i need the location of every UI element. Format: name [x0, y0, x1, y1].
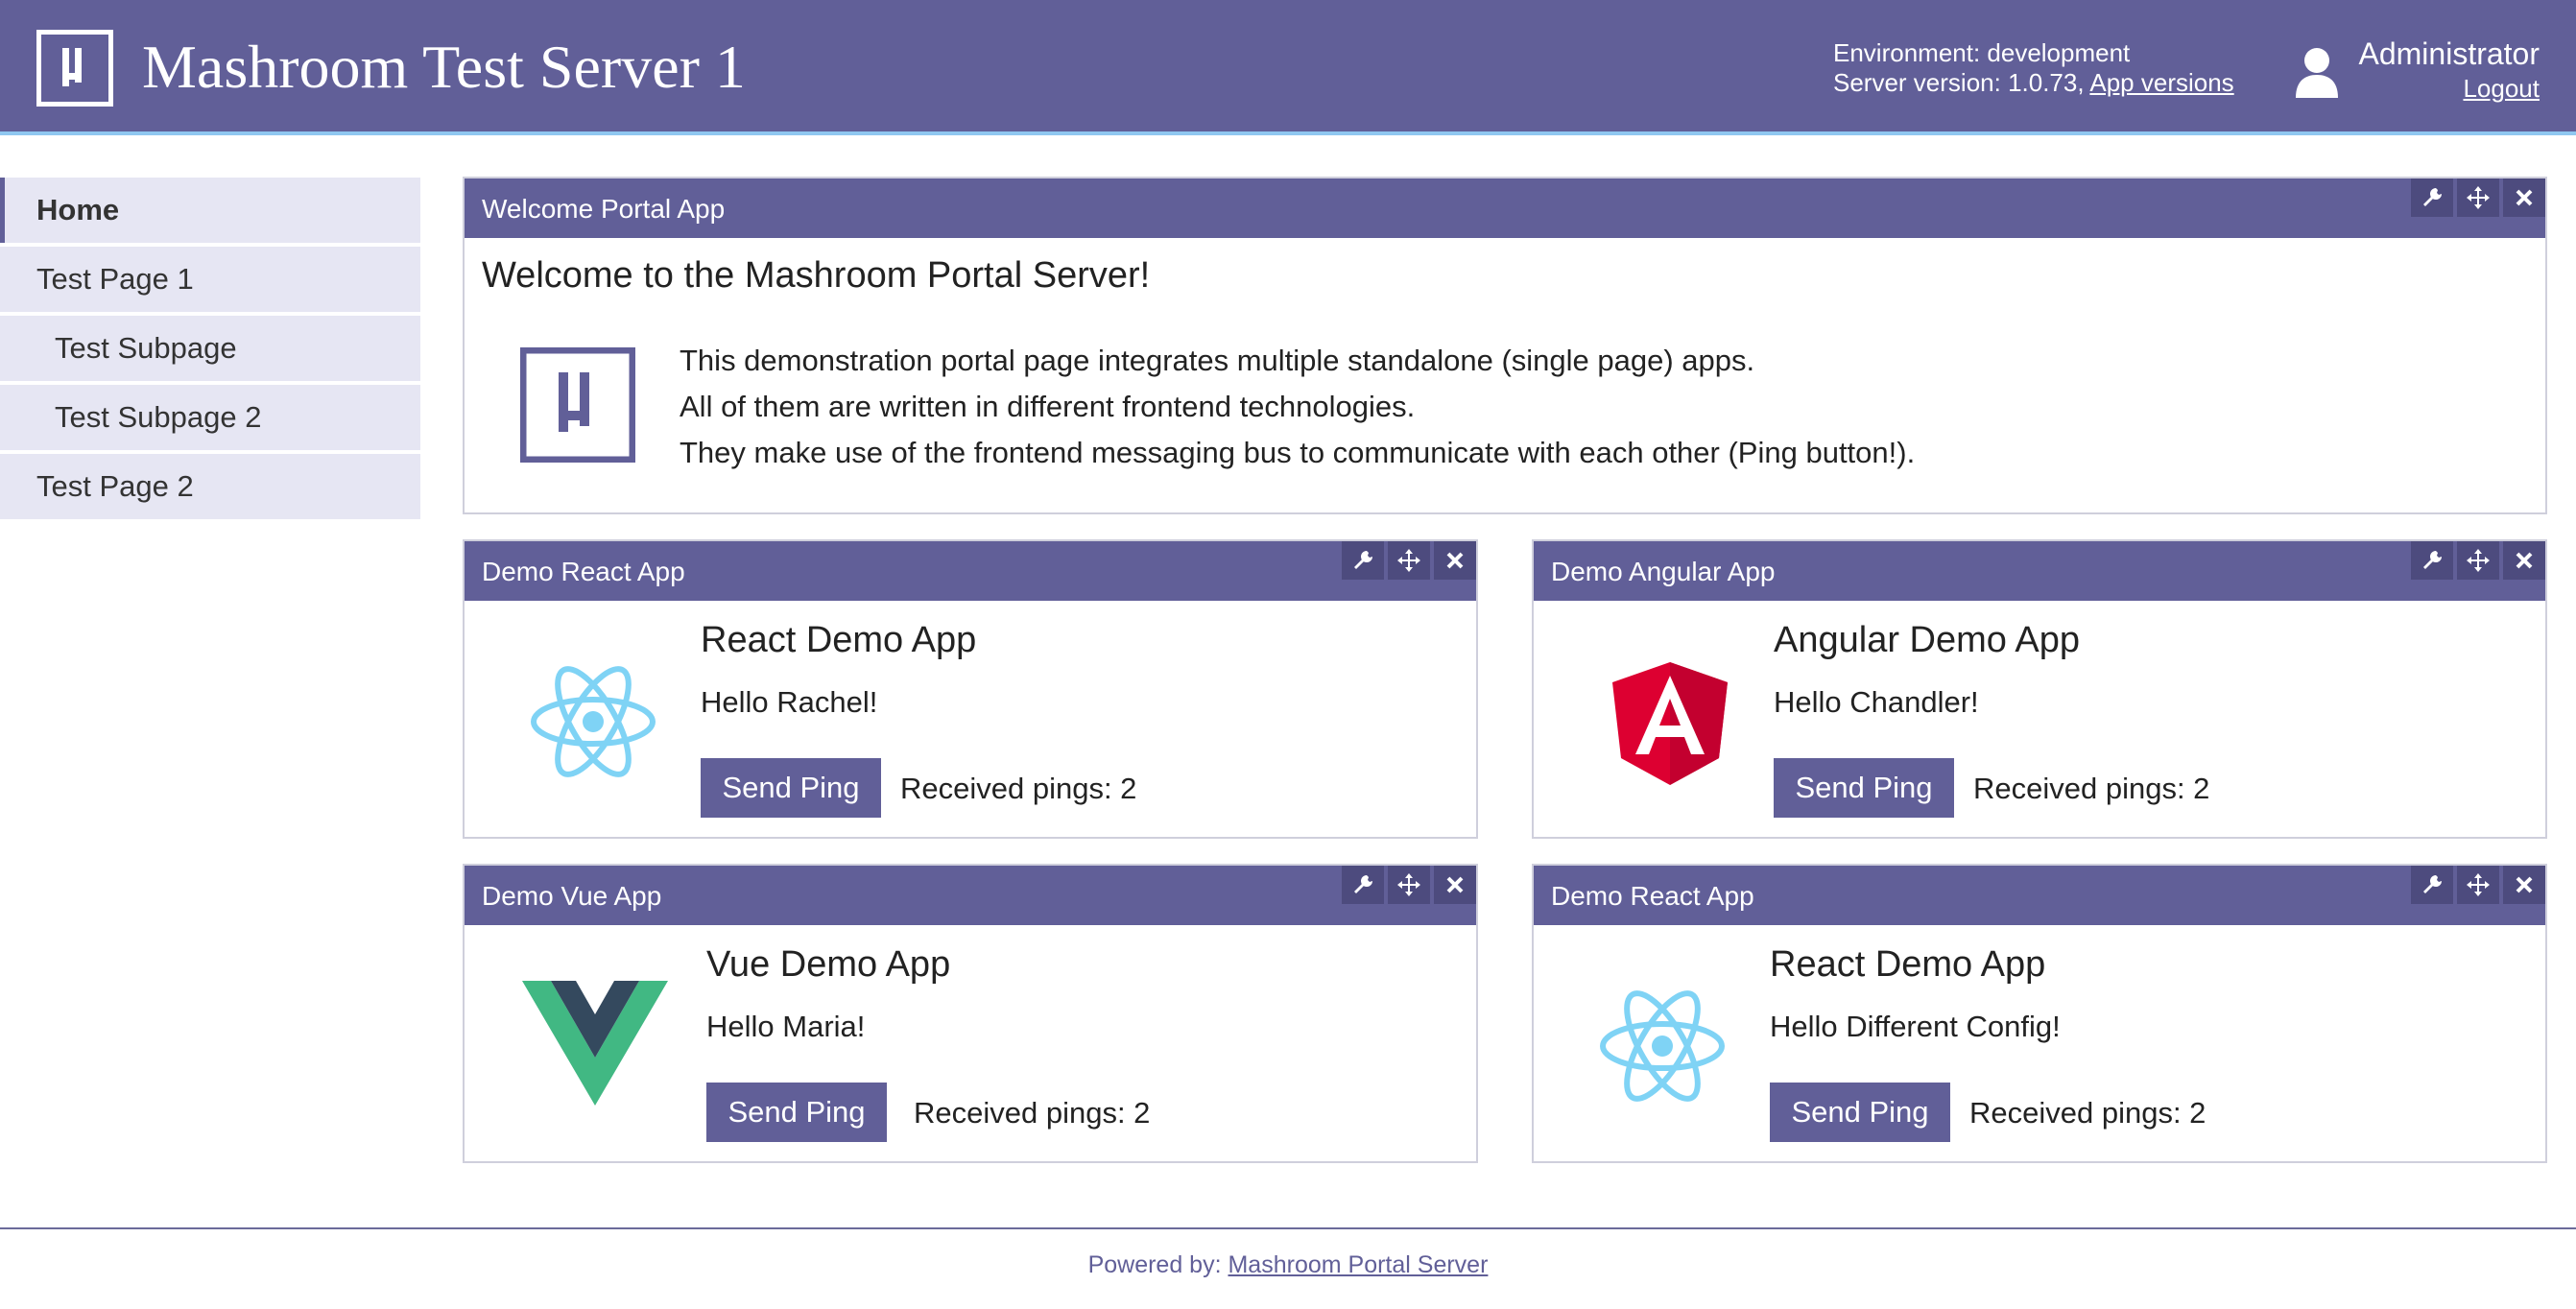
page-footer: Powered by: Mashroom Portal Server [0, 1251, 2576, 1279]
close-icon[interactable] [2503, 866, 2545, 904]
demo-react-app: Demo React App React Demo App Hello Rach… [463, 539, 1478, 839]
site-header: Mashroom Test Server 1 Environment: deve… [0, 0, 2576, 135]
app-title-bar: Welcome Portal App [465, 178, 2545, 238]
received-pings-count: Received pings: 2 [1969, 1096, 2206, 1130]
app-toolbar [1338, 541, 1476, 582]
greeting-text: Hello Rachel! [701, 685, 878, 719]
angular-logo-icon [1610, 660, 1729, 792]
mashroom-logo-icon [519, 346, 636, 467]
environment-label: Environment: development [1833, 38, 2131, 67]
send-ping-button[interactable]: Send Ping [1774, 758, 1954, 818]
app-versions-link[interactable]: App versions [2089, 68, 2233, 97]
logout-link[interactable]: Logout [2463, 74, 2540, 104]
demo-app-heading: Angular Demo App [1774, 620, 2080, 660]
received-pings-count: Received pings: 2 [914, 1096, 1151, 1130]
mashroom-portal-server-link[interactable]: Mashroom Portal Server [1228, 1251, 1488, 1278]
app-title: Demo React App [482, 557, 685, 586]
welcome-line: This demonstration portal page integrate… [680, 344, 1755, 377]
nav-item-home[interactable]: Home [0, 178, 420, 243]
move-icon[interactable] [1388, 541, 1430, 580]
close-icon[interactable] [2503, 178, 2545, 217]
footer-prefix: Powered by: [1087, 1251, 1222, 1278]
send-ping-button[interactable]: Send Ping [701, 758, 881, 818]
app-title: Welcome Portal App [482, 194, 726, 224]
wrench-icon[interactable] [2411, 866, 2453, 904]
move-icon[interactable] [1388, 866, 1430, 904]
demo-app-heading: React Demo App [701, 620, 977, 660]
react-logo-icon [1597, 987, 1728, 1110]
close-icon[interactable] [1434, 866, 1476, 904]
vue-logo-icon [522, 979, 668, 1110]
demo-vue-app: Demo Vue App Vue Demo App Hello Maria! S… [463, 864, 1478, 1163]
demo-angular-app: Demo Angular App Angular Demo App Hello … [1532, 539, 2547, 839]
nav-item-test-subpage[interactable]: Test Subpage [0, 316, 420, 381]
app-toolbar [2407, 178, 2545, 219]
footer-divider [0, 1227, 2576, 1229]
app-toolbar [2407, 866, 2545, 906]
app-title-bar: Demo Angular App [1534, 541, 2545, 601]
send-ping-button[interactable]: Send Ping [1770, 1083, 1950, 1142]
received-pings-count: Received pings: 2 [1973, 772, 2210, 805]
close-icon[interactable] [1434, 541, 1476, 580]
greeting-text: Hello Maria! [706, 1010, 866, 1043]
wrench-icon[interactable] [1342, 541, 1384, 580]
close-icon[interactable] [2503, 541, 2545, 580]
received-pings-count: Received pings: 2 [900, 772, 1137, 805]
welcome-heading: Welcome to the Mashroom Portal Server! [482, 255, 1151, 296]
nav-item-test-page-1[interactable]: Test Page 1 [0, 247, 420, 312]
app-title: Demo React App [1551, 881, 1754, 911]
user-icon [2294, 46, 2340, 105]
greeting-text: Hello Chandler! [1774, 685, 1979, 719]
welcome-description: This demonstration portal page integrate… [680, 338, 1915, 476]
move-icon[interactable] [2457, 866, 2499, 904]
react-logo-icon [528, 662, 658, 786]
sidebar-nav: Home Test Page 1 Test Subpage Test Subpa… [0, 178, 420, 523]
demo-app-heading: React Demo App [1770, 944, 2046, 985]
app-title-bar: Demo React App [465, 541, 1476, 601]
send-ping-button[interactable]: Send Ping [706, 1083, 887, 1142]
app-title-bar: Demo Vue App [465, 866, 1476, 925]
server-version-label: Server version: 1.0.73, [1833, 68, 2085, 97]
app-toolbar [2407, 541, 2545, 582]
move-icon[interactable] [2457, 178, 2499, 217]
welcome-portal-app: Welcome Portal App Welcome to the Mashro… [463, 177, 2547, 514]
greeting-text: Hello Different Config! [1770, 1010, 2061, 1043]
app-title-bar: Demo React App [1534, 866, 2545, 925]
mashroom-logo-icon[interactable] [36, 30, 113, 107]
welcome-line: They make use of the frontend messaging … [680, 436, 1916, 469]
nav-item-test-page-2[interactable]: Test Page 2 [0, 454, 420, 519]
server-version-line: Server version: 1.0.73, App versions [1833, 68, 2234, 98]
site-title: Mashroom Test Server 1 [142, 33, 746, 101]
app-title: Demo Vue App [482, 881, 662, 911]
wrench-icon[interactable] [2411, 541, 2453, 580]
wrench-icon[interactable] [2411, 178, 2453, 217]
app-toolbar [1338, 866, 1476, 906]
welcome-line: All of them are written in different fro… [680, 390, 1416, 423]
nav-item-test-subpage-2[interactable]: Test Subpage 2 [0, 385, 420, 450]
app-title: Demo Angular App [1551, 557, 1776, 586]
environment-info: Environment: development Server version:… [1833, 38, 2234, 98]
user-name: Administrator [2358, 36, 2540, 71]
wrench-icon[interactable] [1342, 866, 1384, 904]
demo-react-app-2: Demo React App React Demo App Hello Diff… [1532, 864, 2547, 1163]
move-icon[interactable] [2457, 541, 2499, 580]
demo-app-heading: Vue Demo App [706, 944, 951, 985]
